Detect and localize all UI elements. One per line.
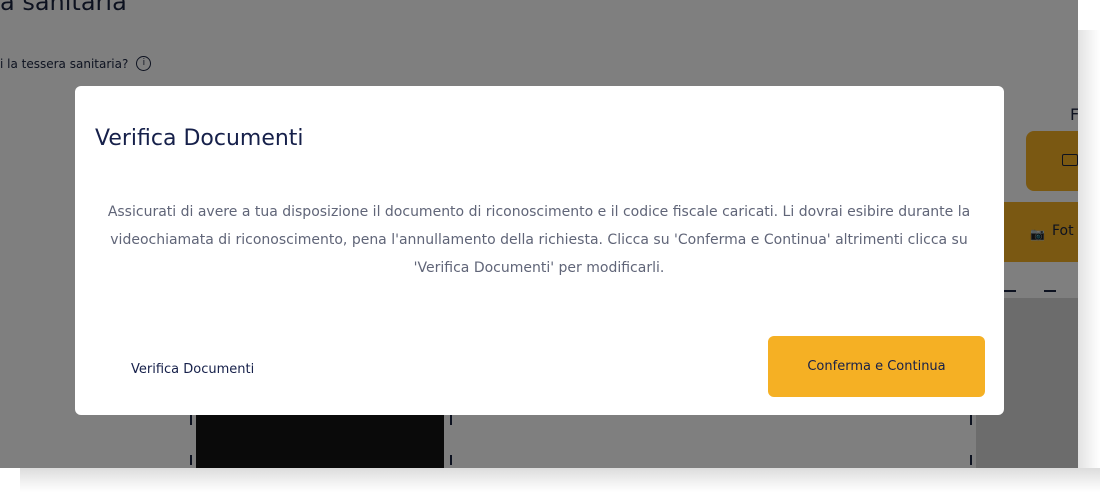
modal-title: Verifica Documenti — [95, 126, 304, 151]
app-window: a sanitaria i la tessera sanitaria? i F … — [0, 0, 1078, 468]
verify-documents-modal: Verifica Documenti Assicurati di avere a… — [75, 86, 1004, 415]
verify-documents-button[interactable]: Verifica Documenti — [131, 354, 254, 384]
screenshot-edge — [1078, 30, 1100, 470]
confirm-continue-button[interactable]: Conferma e Continua — [768, 336, 985, 397]
modal-body-text: Assicurati di avere a tua disposizione i… — [107, 204, 971, 276]
screenshot-edge — [20, 468, 1100, 492]
